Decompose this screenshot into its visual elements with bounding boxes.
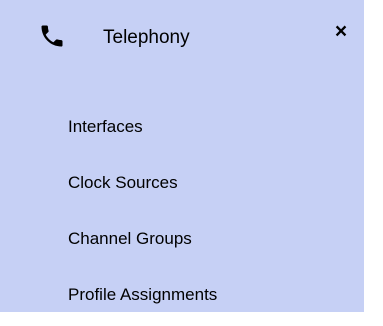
telephony-menu: Interfaces Clock Sources Channel Groups … xyxy=(0,100,364,324)
menu-item-label: Profile Assignments xyxy=(68,285,218,304)
menu-item-clock-sources[interactable]: Clock Sources xyxy=(0,156,364,212)
close-icon[interactable]: × xyxy=(331,20,351,44)
menu-item-label: Interfaces xyxy=(68,117,143,136)
menu-item-profile-assignments[interactable]: Profile Assignments xyxy=(0,268,364,324)
phone-icon xyxy=(38,22,66,50)
panel-title: Telephony xyxy=(103,27,190,48)
panel-header: Telephony × xyxy=(0,0,364,80)
menu-item-label: Channel Groups xyxy=(68,229,192,248)
telephony-panel: Telephony × Interfaces Clock Sources Cha… xyxy=(0,0,364,312)
menu-item-label: Clock Sources xyxy=(68,173,178,192)
menu-item-channel-groups[interactable]: Channel Groups xyxy=(0,212,364,268)
menu-item-interfaces[interactable]: Interfaces xyxy=(0,100,364,156)
